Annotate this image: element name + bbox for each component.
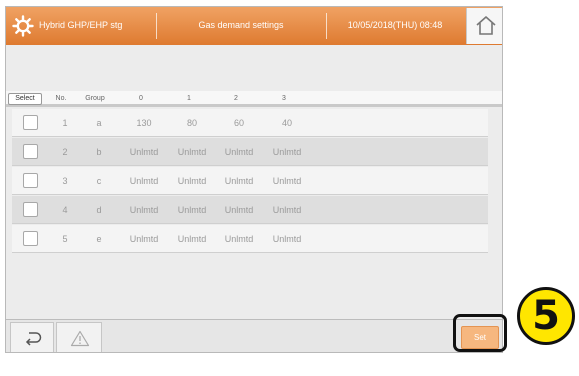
column-header-2: 2	[234, 95, 238, 102]
table-row[interactable]: 3 c Unlmtd Unlmtd Unlmtd Unlmtd	[12, 167, 488, 195]
header-bar: Hybrid GHP/EHP stg Gas demand settings 1…	[6, 7, 502, 45]
row-value-2: Unlmtd	[224, 147, 254, 157]
row-value-1: Unlmtd	[177, 176, 207, 186]
row-value-0: Unlmtd	[129, 147, 159, 157]
home-icon	[476, 16, 496, 35]
step-number-badge: 5	[517, 287, 575, 345]
back-button[interactable]	[10, 322, 54, 352]
row-value-0: Unlmtd	[129, 205, 159, 215]
row-checkbox[interactable]	[23, 115, 38, 130]
callout-highlight-ring	[453, 314, 507, 352]
column-header-0: 0	[139, 95, 143, 102]
row-value-1: Unlmtd	[177, 205, 207, 215]
row-checkbox[interactable]	[23, 231, 38, 246]
row-group: e	[96, 234, 102, 244]
table-row[interactable]: 4 d Unlmtd Unlmtd Unlmtd Unlmtd	[12, 196, 488, 224]
footer-bar: Set	[6, 319, 502, 352]
return-arrow-icon	[25, 332, 42, 346]
row-value-2: Unlmtd	[224, 176, 254, 186]
column-header-1: 1	[187, 95, 191, 102]
row-value-1: Unlmtd	[177, 234, 207, 244]
select-button[interactable]: Select	[8, 93, 42, 105]
table-row[interactable]: 1 a 130 80 60 40	[12, 109, 488, 137]
column-header-group: Group	[85, 95, 105, 102]
datetime-display: 10/05/2018(THU) 08:48	[347, 20, 443, 30]
row-group: b	[96, 147, 102, 157]
row-checkbox[interactable]	[23, 173, 38, 188]
touch-screen: Hybrid GHP/EHP stg Gas demand settings 1…	[5, 6, 503, 353]
row-group: c	[96, 176, 102, 186]
row-checkbox[interactable]	[23, 202, 38, 217]
row-value-3: 40	[281, 118, 292, 128]
warning-icon	[70, 330, 90, 347]
row-value-1: Unlmtd	[177, 147, 207, 157]
row-value-3: Unlmtd	[272, 205, 302, 215]
sun-gear-icon	[12, 15, 34, 37]
column-header-3: 3	[282, 95, 286, 102]
row-checkbox[interactable]	[23, 144, 38, 159]
row-value-0: Unlmtd	[129, 176, 159, 186]
table-row[interactable]: 2 b Unlmtd Unlmtd Unlmtd Unlmtd	[12, 138, 488, 166]
row-group: a	[96, 118, 102, 128]
row-value-2: 60	[233, 118, 244, 128]
row-value-0: 130	[136, 118, 152, 128]
row-group: d	[96, 205, 102, 215]
row-number: 2	[62, 147, 68, 157]
row-number: 5	[62, 234, 68, 244]
column-header-no: No.	[55, 95, 67, 102]
warning-button[interactable]	[56, 322, 102, 352]
page-title: Gas demand settings	[198, 20, 284, 30]
row-value-3: Unlmtd	[272, 176, 302, 186]
row-value-0: Unlmtd	[129, 234, 159, 244]
table-row[interactable]: 5 e Unlmtd Unlmtd Unlmtd Unlmtd	[12, 225, 488, 253]
row-number: 3	[62, 176, 68, 186]
row-value-2: Unlmtd	[224, 205, 254, 215]
row-number: 1	[62, 118, 68, 128]
home-button[interactable]	[466, 8, 502, 44]
row-value-3: Unlmtd	[272, 147, 302, 157]
table-header: Select No. Group 0 1 2 3	[6, 91, 502, 107]
app-title: Hybrid GHP/EHP stg	[39, 20, 123, 30]
header-divider	[326, 13, 327, 39]
row-value-1: 80	[186, 118, 197, 128]
row-number: 4	[62, 205, 68, 215]
row-value-3: Unlmtd	[272, 234, 302, 244]
row-value-2: Unlmtd	[224, 234, 254, 244]
